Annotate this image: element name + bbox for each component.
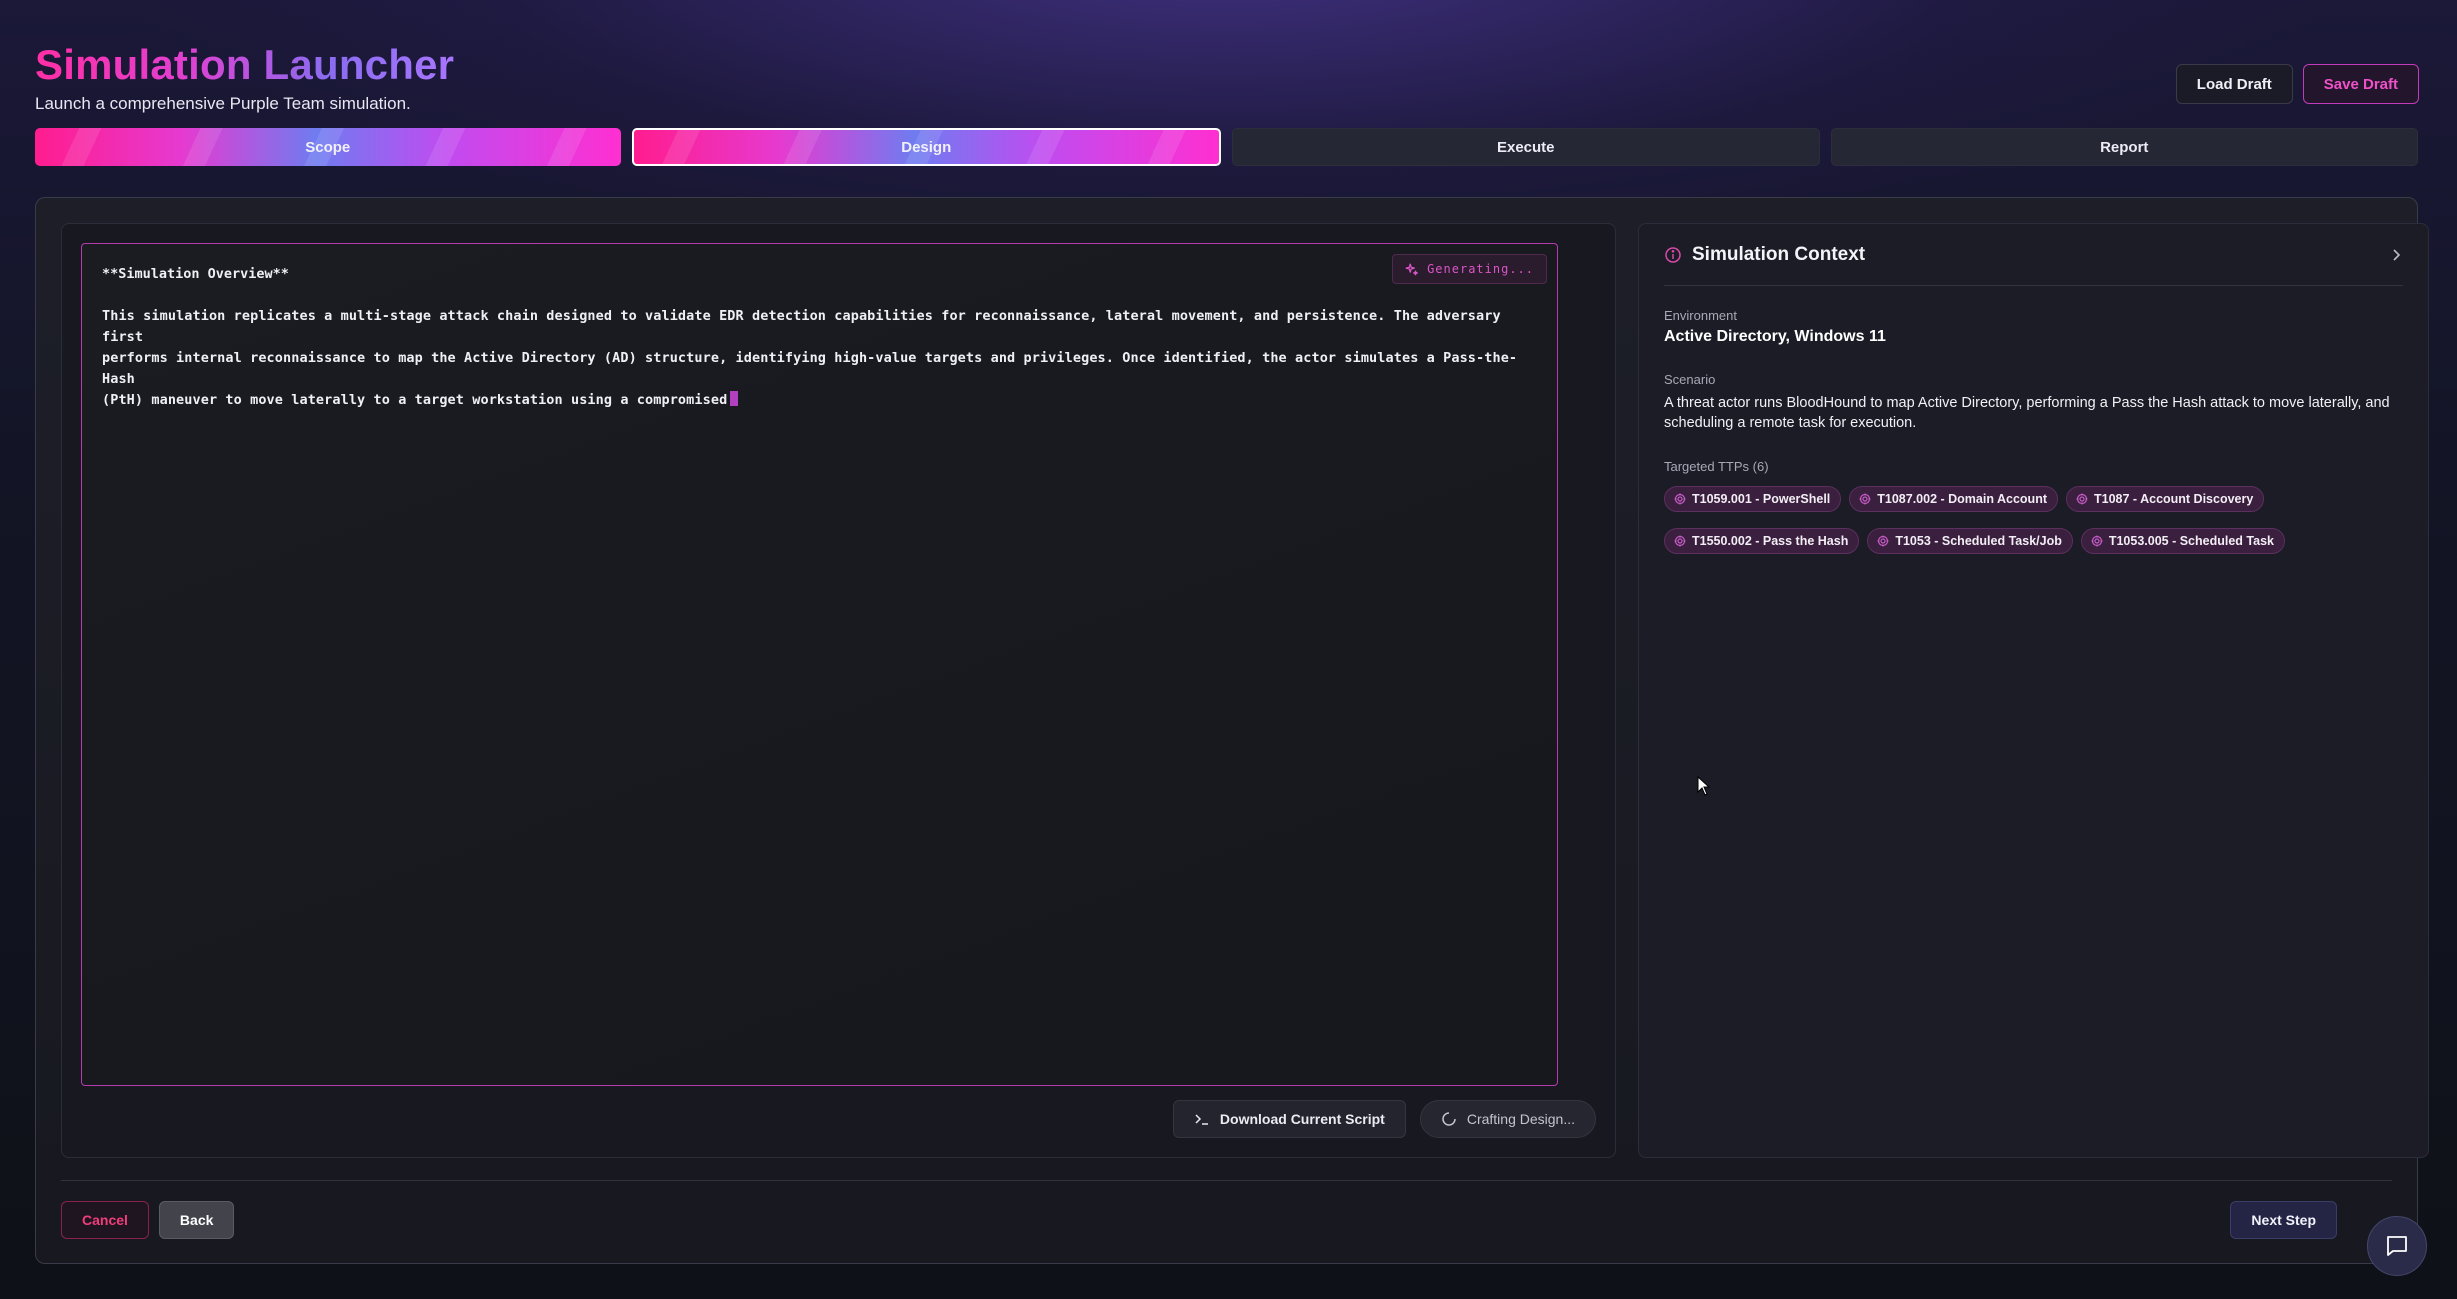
save-draft-button[interactable]: Save Draft <box>2302 64 2419 104</box>
download-script-label: Download Current Script <box>1219 1111 1385 1127</box>
load-draft-button[interactable]: Load Draft <box>2175 64 2293 104</box>
crafting-design-label: Crafting Design... <box>1466 1111 1575 1127</box>
ttp-chip: T1087 - Account Discovery <box>2066 486 2265 512</box>
ttp-chip: T1087.002 - Domain Account <box>1849 486 2058 512</box>
crafting-design-button[interactable]: Crafting Design... <box>1419 1100 1596 1138</box>
target-icon <box>1859 493 1871 505</box>
editor-body: This simulation replicates a multi-stage… <box>102 308 1518 408</box>
next-step-button[interactable]: Next Step <box>2230 1201 2337 1239</box>
editor-actions: Download Current Script Crafting Design.… <box>1172 1100 1615 1138</box>
page-subtitle: Launch a comprehensive Purple Team simul… <box>35 94 411 113</box>
target-icon <box>1877 535 1889 547</box>
footer-divider <box>61 1180 2392 1181</box>
sparkle-icon <box>1405 263 1418 276</box>
step-execute[interactable]: Execute <box>1232 128 1820 166</box>
mouse-cursor-icon <box>1697 776 1711 796</box>
scenario-label: Scenario <box>1664 372 1716 387</box>
context-header[interactable]: Simulation Context <box>1664 224 2403 286</box>
target-icon <box>2076 493 2088 505</box>
environment-value: Active Directory, Windows 11 <box>1664 328 1886 345</box>
page-title: Simulation Launcher <box>35 41 455 88</box>
design-card: **Simulation Overview** This simulation r… <box>35 197 2429 1264</box>
chevron-right-icon[interactable] <box>2389 248 2403 262</box>
footer-left-actions: Cancel Back <box>61 1201 235 1239</box>
environment-label: Environment <box>1664 308 1737 323</box>
step-scope[interactable]: Scope <box>35 128 621 166</box>
step-report[interactable]: Report <box>1830 128 2418 166</box>
design-output-editor[interactable]: **Simulation Overview** This simulation r… <box>81 243 1558 1086</box>
target-icon <box>2091 535 2103 547</box>
typing-cursor <box>730 391 739 406</box>
ttp-chip: T1053.005 - Scheduled Task <box>2080 528 2285 554</box>
context-title: Simulation Context <box>1692 243 1866 265</box>
editor-heading: **Simulation Overview** <box>102 266 289 282</box>
ttp-chip: T1059.001 - PowerShell <box>1664 486 1842 512</box>
ttp-chip: T1053 - Scheduled Task/Job <box>1867 528 2073 554</box>
step-design[interactable]: Design <box>631 128 1221 166</box>
target-icon <box>1674 535 1686 547</box>
design-editor-panel: **Simulation Overview** This simulation r… <box>61 223 1616 1158</box>
download-script-button[interactable]: Download Current Script <box>1172 1100 1406 1138</box>
page-header: Simulation Launcher Launch a comprehensi… <box>35 40 454 114</box>
back-button[interactable]: Back <box>158 1201 235 1239</box>
target-icon <box>1674 493 1686 505</box>
chat-button[interactable] <box>2367 1216 2427 1276</box>
ttp-chip: T1550.002 - Pass the Hash <box>1664 528 1860 554</box>
ttp-list: T1059.001 - PowerShell T1087.002 - Domai… <box>1664 486 2404 554</box>
chat-icon <box>2387 1236 2407 1256</box>
cancel-button[interactable]: Cancel <box>61 1201 149 1239</box>
terminal-icon <box>1195 1114 1208 1125</box>
simulation-context-panel: Simulation Context Environment Active Di… <box>1638 223 2429 1158</box>
spinner-icon <box>1442 1112 1456 1126</box>
generating-badge: Generating... <box>1392 254 1547 284</box>
generating-label: Generating... <box>1427 261 1534 276</box>
draft-actions: Load Draft Save Draft <box>2175 64 2419 104</box>
scenario-value: A threat actor runs BloodHound to map Ac… <box>1664 395 2390 431</box>
info-icon <box>1665 246 1681 263</box>
stepper: Scope Design Execute Report <box>35 128 2418 166</box>
ttps-label: Targeted TTPs (6) <box>1664 459 1769 474</box>
